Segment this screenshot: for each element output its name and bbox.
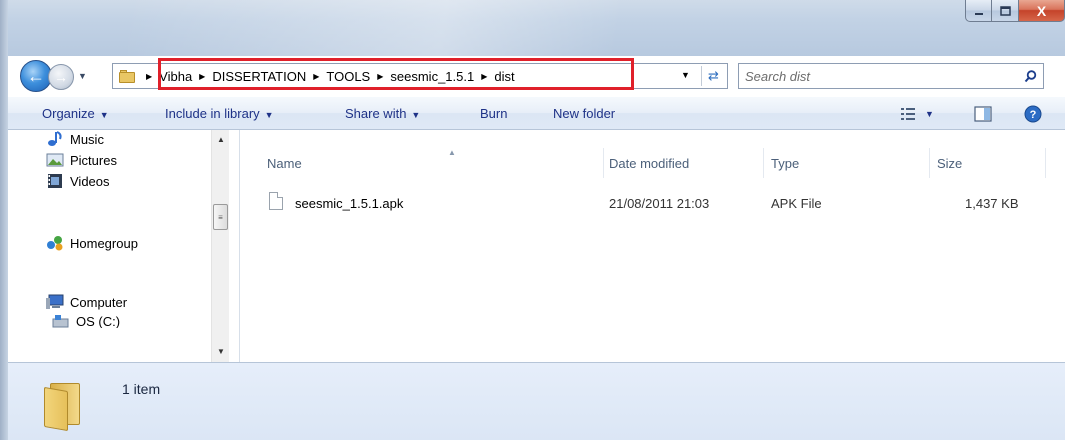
- maximize-button[interactable]: [992, 0, 1019, 22]
- sidebar-item-homegroup[interactable]: Homegroup: [46, 235, 138, 251]
- item-count: 1 item: [122, 381, 161, 397]
- search-icon[interactable]: [1017, 69, 1043, 83]
- music-icon: [48, 131, 62, 146]
- navigation-scrollbar[interactable]: ▲ ≡ ▼: [211, 130, 229, 362]
- new-folder-button[interactable]: New folder: [553, 106, 615, 121]
- column-divider[interactable]: [929, 148, 930, 178]
- command-bar: Organize ▼ Include in library ▼ Share with…: [8, 96, 1065, 130]
- breadcrumb-separator-icon[interactable]: ▶: [146, 72, 152, 81]
- explorer-window: X ← → ▼ ▶ Vibha ▶ DISSERTATION ▶ TOOLS ▶…: [8, 0, 1065, 440]
- close-button[interactable]: X: [1019, 0, 1065, 22]
- burn-button[interactable]: Burn: [480, 106, 507, 121]
- scroll-up-icon[interactable]: ▲: [212, 132, 230, 148]
- share-with-menu[interactable]: Share with ▼: [345, 106, 420, 121]
- preview-pane-button[interactable]: [974, 103, 992, 125]
- include-in-library-label: Include in library: [165, 106, 260, 121]
- column-header-type[interactable]: Type: [771, 156, 799, 171]
- sidebar-item-computer[interactable]: Computer: [46, 294, 127, 310]
- chevron-down-icon: ▼: [99, 110, 109, 120]
- file-list-pane: ▲ Name Date modified Type Size seesmic_1…: [241, 130, 1065, 362]
- change-view-button[interactable]: ▼: [901, 103, 934, 125]
- chevron-down-icon: ▼: [264, 110, 274, 120]
- view-options-icon: [901, 108, 915, 120]
- sort-ascending-icon: ▲: [448, 148, 456, 157]
- back-arrow-icon: ←: [27, 65, 45, 86]
- burn-label: Burn: [480, 106, 508, 121]
- column-divider[interactable]: [603, 148, 604, 178]
- sidebar-item-music[interactable]: Music: [46, 131, 104, 147]
- file-name: seesmic_1.5.1.apk: [295, 196, 404, 211]
- minimize-icon: [974, 12, 983, 15]
- forward-arrow-icon: →: [54, 69, 68, 85]
- search-box[interactable]: Search dist: [738, 63, 1044, 89]
- sidebar-item-label: Pictures: [70, 152, 117, 168]
- organize-label: Organize: [42, 106, 95, 121]
- column-header-size[interactable]: Size: [937, 156, 962, 171]
- recent-pages-dropdown[interactable]: ▼: [78, 71, 87, 81]
- column-header-name[interactable]: Name: [267, 156, 302, 171]
- videos-icon: [48, 174, 62, 188]
- column-divider[interactable]: [763, 148, 764, 178]
- file-type: APK File: [771, 196, 822, 211]
- maximize-icon: [999, 5, 1011, 16]
- sidebar-item-label: Music: [70, 131, 104, 147]
- refresh-icon: ⇄: [708, 68, 719, 83]
- include-in-library-menu[interactable]: Include in library ▼: [165, 106, 274, 121]
- window-frame-left: [0, 0, 8, 440]
- forward-button[interactable]: →: [48, 64, 74, 90]
- chevron-down-icon[interactable]: ▼: [925, 109, 934, 119]
- sidebar-item-label: OS (C:): [76, 314, 121, 328]
- organize-menu[interactable]: Organize ▼: [42, 106, 109, 121]
- sidebar-item-label: Computer: [70, 294, 128, 310]
- column-header-date-modified[interactable]: Date modified: [609, 156, 689, 171]
- glass-sheen: [128, 0, 828, 56]
- scroll-down-icon[interactable]: ▼: [212, 344, 230, 360]
- folder-icon: [44, 383, 84, 432]
- homegroup-icon: [47, 236, 63, 251]
- annotation-highlight-box: [158, 58, 634, 90]
- table-row[interactable]: seesmic_1.5.1.apk 21/08/2011 21:03 APK F…: [241, 188, 1065, 216]
- scrollbar-thumb[interactable]: ≡: [213, 204, 228, 230]
- computer-icon: [46, 294, 64, 309]
- file-size: 1,437 KB: [965, 196, 1019, 211]
- file-date-modified: 21/08/2011 21:03: [609, 196, 710, 211]
- title-bar: X: [8, 0, 1065, 56]
- help-button[interactable]: ?: [1024, 103, 1042, 125]
- details-pane: 1 item: [8, 362, 1065, 440]
- close-icon: X: [1036, 2, 1047, 19]
- content-area: Music Pictures Videos Homegroup Computer…: [8, 130, 1065, 362]
- sidebar-item-pictures[interactable]: Pictures: [46, 152, 117, 168]
- share-with-label: Share with: [345, 106, 407, 121]
- folder-icon: [119, 69, 135, 83]
- navigation-pane: Music Pictures Videos Homegroup Computer…: [8, 130, 240, 362]
- address-history-dropdown[interactable]: ▼: [681, 70, 690, 80]
- navigation-row: ← → ▼ ▶ Vibha ▶ DISSERTATION ▶ TOOLS ▶ s…: [8, 56, 1065, 96]
- pictures-icon: [46, 153, 64, 167]
- file-icon: [269, 192, 283, 210]
- sidebar-item-videos[interactable]: Videos: [46, 173, 110, 189]
- refresh-button[interactable]: ⇄: [701, 66, 725, 86]
- minimize-button[interactable]: [965, 0, 992, 22]
- preview-pane-icon: [974, 106, 992, 122]
- sidebar-item-label: Videos: [70, 173, 110, 189]
- sidebar-item-label: Homegroup: [70, 235, 138, 251]
- sidebar-item-os-drive[interactable]: OS (C:): [52, 314, 120, 328]
- svg-text:?: ?: [1030, 109, 1037, 121]
- new-folder-label: New folder: [553, 106, 616, 121]
- search-input[interactable]: Search dist: [745, 69, 1017, 84]
- column-divider[interactable]: [1045, 148, 1046, 178]
- drive-icon: [52, 315, 69, 328]
- help-icon: ?: [1024, 105, 1042, 123]
- window-controls: X: [965, 0, 1065, 22]
- chevron-down-icon: ▼: [411, 110, 421, 120]
